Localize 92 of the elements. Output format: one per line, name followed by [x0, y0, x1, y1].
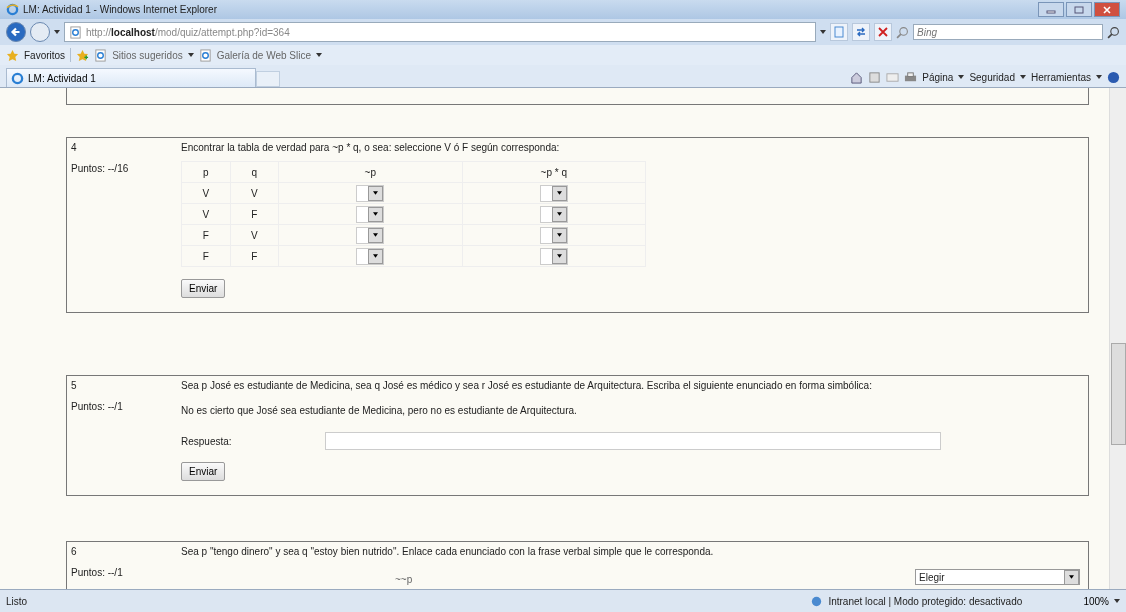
- command-menu[interactable]: Herramientas: [1030, 71, 1091, 83]
- favorites-link[interactable]: Galería de Web Slice: [216, 49, 312, 61]
- question-statement: No es cierto que José sea estudiante de Medicina, pero no es estudiante de Arquitectura.: [181, 405, 577, 416]
- question-points: Puntos: --/1: [71, 401, 124, 412]
- caret-icon[interactable]: [1096, 75, 1102, 79]
- caret-icon[interactable]: [316, 53, 323, 57]
- search-icon: [896, 25, 909, 39]
- question-points: Puntos: --/1: [71, 567, 124, 578]
- address-field[interactable]: http://localhost/mod/quiz/attempt.php?id=364: [64, 22, 816, 42]
- home-icon[interactable]: [850, 70, 864, 84]
- select-dropdown[interactable]: [356, 205, 385, 223]
- search-field[interactable]: Bing: [913, 24, 1103, 40]
- caret-icon: [556, 191, 562, 195]
- command-menu[interactable]: Página: [922, 71, 954, 83]
- table-cell: F: [181, 245, 231, 267]
- select-dropdown[interactable]: [356, 247, 385, 265]
- minimize-button[interactable]: [1038, 2, 1064, 17]
- refresh-button[interactable]: [852, 23, 870, 41]
- column-header: p: [181, 161, 231, 183]
- maximize-button[interactable]: [1066, 2, 1092, 17]
- caret-icon: [373, 212, 379, 216]
- security-zone: Intranet local | Modo protegido: desactivado: [828, 595, 1024, 607]
- close-button[interactable]: [1094, 2, 1120, 17]
- caret-icon: [373, 254, 379, 258]
- caret-icon[interactable]: [958, 75, 965, 79]
- select-dropdown[interactable]: [539, 226, 568, 244]
- select-dropdown[interactable]: [539, 205, 568, 223]
- caret-icon[interactable]: [1114, 599, 1120, 603]
- browser-tab[interactable]: LM: Actividad 1: [28, 72, 96, 84]
- match-item: ~~p: [395, 574, 413, 585]
- favorites-button[interactable]: Favoritos: [24, 49, 66, 61]
- question-prompt: Sea p José es estudiante de Medicina, sea q José es médico y sea r José es estudiante de Arquitectura. Escriba el siguiente enunciado en forma simbólica:: [181, 380, 872, 391]
- window-title: LM: Actividad 1 - Windows Internet Explorer: [23, 4, 217, 15]
- caret-icon: [556, 212, 562, 216]
- select-dropdown[interactable]: [539, 247, 568, 265]
- browser-logo-icon: [6, 3, 19, 16]
- page-icon[interactable]: [198, 48, 212, 62]
- close-icon: [1102, 5, 1112, 14]
- caret-icon: [1069, 575, 1074, 579]
- question-number: 5: [71, 380, 78, 391]
- table-cell: F: [181, 224, 231, 246]
- status-text: Listo: [6, 595, 28, 607]
- browser-logo-icon: [11, 71, 24, 85]
- caret-icon[interactable]: [187, 53, 194, 57]
- column-header: ~p * q: [462, 161, 646, 183]
- answer-field[interactable]: [325, 432, 941, 450]
- document-icon: [833, 26, 845, 38]
- caret-icon: [556, 233, 562, 237]
- question-prompt: Sea p "tengo dinero" y sea q "estoy bien nutrido". Enlace cada enunciado con la frase verbal simple que le corresponda.: [181, 546, 714, 557]
- page-icon[interactable]: [94, 48, 108, 62]
- submit-button[interactable]: Enviar: [181, 462, 226, 481]
- choice-dropdown[interactable]: Elegir: [915, 569, 1080, 585]
- column-header: ~p: [278, 161, 462, 183]
- caret-icon[interactable]: [820, 30, 826, 34]
- caret-icon[interactable]: [54, 30, 60, 34]
- caret-icon: [373, 191, 379, 195]
- help-icon[interactable]: [1107, 70, 1120, 84]
- submit-button[interactable]: Enviar: [181, 279, 226, 298]
- select-dropdown[interactable]: [356, 226, 385, 244]
- question-prompt: Encontrar la tabla de verdad para ~p * q, o sea: seleccione V ó F según corresponda:: [181, 142, 560, 153]
- star-icon[interactable]: [6, 48, 19, 62]
- question-points: Puntos: --/16: [71, 163, 130, 174]
- stop-button[interactable]: [874, 23, 892, 41]
- caret-icon: [373, 233, 379, 237]
- globe-icon: [810, 594, 824, 608]
- maximize-icon: [1074, 5, 1084, 14]
- select-dropdown[interactable]: [539, 184, 568, 202]
- question-number: 6: [71, 546, 78, 557]
- caret-icon: [556, 254, 562, 258]
- page-icon: [69, 25, 82, 39]
- table-cell: V: [181, 182, 231, 204]
- table-cell: F: [230, 245, 279, 267]
- question-number: 4: [71, 142, 78, 153]
- select-dropdown[interactable]: [356, 184, 385, 202]
- printer-icon[interactable]: [904, 70, 918, 84]
- answer-label: Respuesta:: [181, 435, 233, 447]
- table-cell: F: [230, 203, 279, 225]
- refresh-icon: [855, 26, 867, 38]
- table-cell: V: [230, 182, 279, 204]
- add-favorite-icon[interactable]: [76, 48, 90, 62]
- favorites-link[interactable]: Sitios sugeridos: [112, 49, 183, 61]
- close-icon: [877, 26, 889, 38]
- command-menu[interactable]: Seguridad: [969, 71, 1015, 83]
- column-header: q: [230, 161, 279, 183]
- scrollbar[interactable]: [1109, 88, 1126, 589]
- table-cell: V: [181, 203, 231, 225]
- table-cell: V: [230, 224, 279, 246]
- back-arrow-icon: [9, 25, 23, 39]
- caret-icon[interactable]: [1019, 75, 1026, 79]
- back-button[interactable]: [6, 22, 26, 42]
- zoom-button[interactable]: 100%: [1083, 595, 1109, 607]
- search-icon[interactable]: [1107, 25, 1120, 39]
